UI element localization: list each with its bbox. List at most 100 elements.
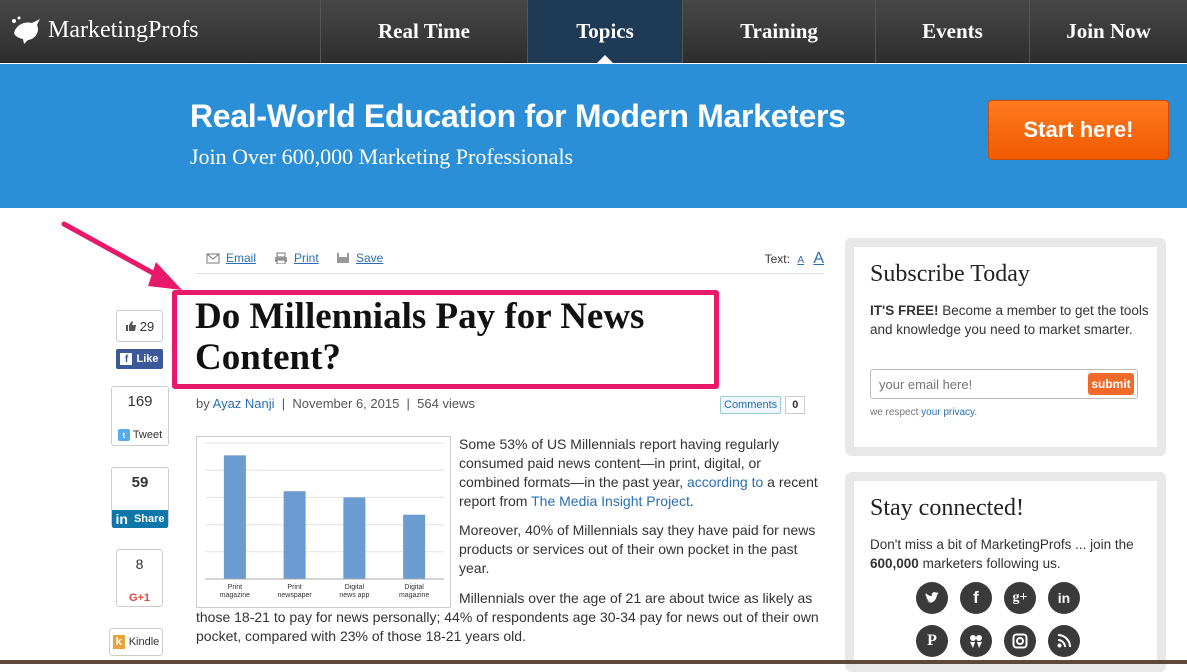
like-label: Like: [136, 353, 159, 365]
tweet-label: Tweet: [132, 429, 163, 441]
privacy-post: .: [974, 407, 978, 418]
email-label: Email: [226, 251, 257, 265]
slideshare-icon[interactable]: [960, 625, 992, 657]
free-label: IT'S FREE!: [870, 303, 939, 318]
start-here-button[interactable]: Start here!: [988, 100, 1169, 160]
privacy-note: we respect your privacy.: [870, 407, 977, 418]
bottom-edge: [0, 660, 1187, 664]
according-to-link[interactable]: according to: [687, 474, 763, 490]
privacy-pre: we respect: [870, 407, 919, 418]
linkedin-icon[interactable]: in: [1048, 582, 1080, 614]
bird-logo-icon: [12, 16, 40, 44]
bar-chart: PrintmagazinePrintnewspaperDigitalnews a…: [205, 442, 444, 599]
text-size-label: Text:: [764, 252, 790, 266]
gplus-button[interactable]: G+1: [117, 590, 162, 606]
like-count: 29: [139, 318, 155, 334]
pinterest-icon[interactable]: P: [916, 625, 948, 657]
connected-text-a: Don't miss a bit of MarketingProfs ... j…: [870, 537, 1134, 552]
comments-count: 0: [785, 396, 806, 414]
save-label: Save: [356, 251, 384, 265]
chart-bar: [283, 491, 306, 579]
nav-events-label: Events: [922, 19, 983, 43]
comments-widget: Comments 0: [720, 396, 806, 414]
twitter-icon: t: [117, 429, 130, 441]
article-paragraph-2: Moreover, 40% of Millennials say they ha…: [459, 522, 816, 576]
banner-title: Real-World Education for Modern Marketer…: [190, 98, 846, 134]
privacy-link[interactable]: your privacy: [921, 407, 974, 418]
connected-text-b: marketers following us.: [922, 556, 1061, 571]
nav-training[interactable]: Training: [682, 0, 875, 63]
linkedin-icon: in: [115, 511, 128, 527]
author-link[interactable]: Ayaz Nanji: [213, 396, 275, 411]
printer-icon: [275, 252, 287, 264]
submit-button[interactable]: submit: [1088, 373, 1134, 395]
kindle-button[interactable]: k Kindle: [109, 628, 163, 656]
text-size-large[interactable]: A: [813, 250, 824, 267]
nav-real-time[interactable]: Real Time: [320, 0, 527, 63]
banner-subtitle: Join Over 600,000 Marketing Professional…: [190, 144, 574, 169]
print-link[interactable]: Print: [274, 251, 319, 265]
article-paragraph-1: Some 53% of US Millennials report having…: [459, 435, 824, 511]
promo-banner: Real-World Education for Modern Marketer…: [0, 64, 1187, 208]
nav-join-now-label: Join Now: [1066, 19, 1151, 43]
linkedin-share[interactable]: 59 in Share: [111, 467, 169, 528]
article-title: Do Millennials Pay for News Content?: [195, 296, 645, 378]
google-plus-icon[interactable]: g+: [1004, 582, 1036, 614]
linkedin-share-button[interactable]: in Share: [112, 510, 168, 528]
byline-by: by: [196, 396, 210, 411]
facebook-like-button[interactable]: f Like: [116, 349, 163, 369]
media-insight-link[interactable]: The Media Insight Project: [531, 493, 690, 509]
p1-text-c: .: [689, 493, 694, 509]
chart-bar: [343, 497, 366, 579]
twitter-icon[interactable]: [916, 582, 948, 614]
tweet-button[interactable]: t Tweet: [112, 427, 168, 443]
nav-join-now[interactable]: Join Now: [1029, 0, 1187, 63]
facebook-like-count: 29: [116, 310, 163, 342]
rss-icon[interactable]: [1048, 625, 1080, 657]
subscribe-title: Subscribe Today: [870, 261, 1030, 287]
article-tools: Email Print Save Text: A A: [196, 250, 824, 274]
highlight-arrow-icon: [61, 221, 182, 290]
subscribe-card: Subscribe Today IT'S FREE! Become a memb…: [845, 238, 1166, 456]
email-link[interactable]: Email: [206, 251, 256, 265]
facebook-icon: f: [120, 353, 133, 365]
instagram-icon[interactable]: [1004, 625, 1036, 657]
save-icon: [337, 253, 349, 263]
publish-date: November 6, 2015: [292, 396, 400, 411]
stay-connected-card: Stay connected! Don't miss a bit of Mark…: [845, 472, 1166, 672]
save-link[interactable]: Save: [336, 251, 383, 265]
chart-bar: [223, 455, 246, 579]
nav-topics-label: Topics: [576, 19, 634, 43]
subscribe-description: IT'S FREE! Become a member to get the to…: [870, 301, 1150, 339]
nav-topics[interactable]: Topics: [527, 0, 682, 63]
marketingprofs-logo[interactable]: MarketingProfs: [10, 12, 199, 48]
nav-events[interactable]: Events: [875, 0, 1029, 63]
stay-connected-title: Stay connected!: [870, 495, 1024, 521]
facebook-icon[interactable]: f: [960, 582, 992, 614]
thumbs-up-icon: [125, 321, 136, 331]
view-count: 564 views: [417, 396, 475, 411]
gplus-share[interactable]: 8 G+1: [116, 549, 163, 607]
linkedin-share-label: Share: [133, 513, 165, 525]
twitter-share[interactable]: 169 t Tweet: [111, 386, 169, 446]
kindle-label: Kindle: [128, 636, 160, 648]
byline: by Ayaz Nanji | November 6, 2015 | 564 v…: [196, 396, 475, 411]
stay-connected-text: Don't miss a bit of MarketingProfs ... j…: [870, 535, 1150, 573]
article-chart: Print magazine Print newspaper Digital news a…: [196, 436, 451, 608]
comments-button[interactable]: Comments: [720, 396, 782, 414]
linkedin-count: 59: [131, 474, 149, 491]
article-paragraph-3: Millennials over the age of 21 are about…: [196, 590, 819, 644]
envelope-icon: [206, 253, 220, 264]
logo-text: MarketingProfs: [48, 16, 199, 43]
gplus-count: 8: [135, 556, 144, 572]
print-label: Print: [294, 251, 319, 265]
text-size-control: Text: A A: [765, 250, 824, 268]
text-size-small[interactable]: A: [797, 255, 804, 266]
nav-training-label: Training: [740, 19, 818, 43]
connected-count: 600,000: [870, 556, 919, 571]
tweet-count: 169: [127, 393, 153, 410]
chart-bar: [403, 514, 426, 579]
top-nav: MarketingProfs Real Time Topics Training…: [0, 0, 1187, 63]
nav-real-time-label: Real Time: [378, 19, 470, 43]
gplus-label: G+1: [128, 592, 151, 604]
